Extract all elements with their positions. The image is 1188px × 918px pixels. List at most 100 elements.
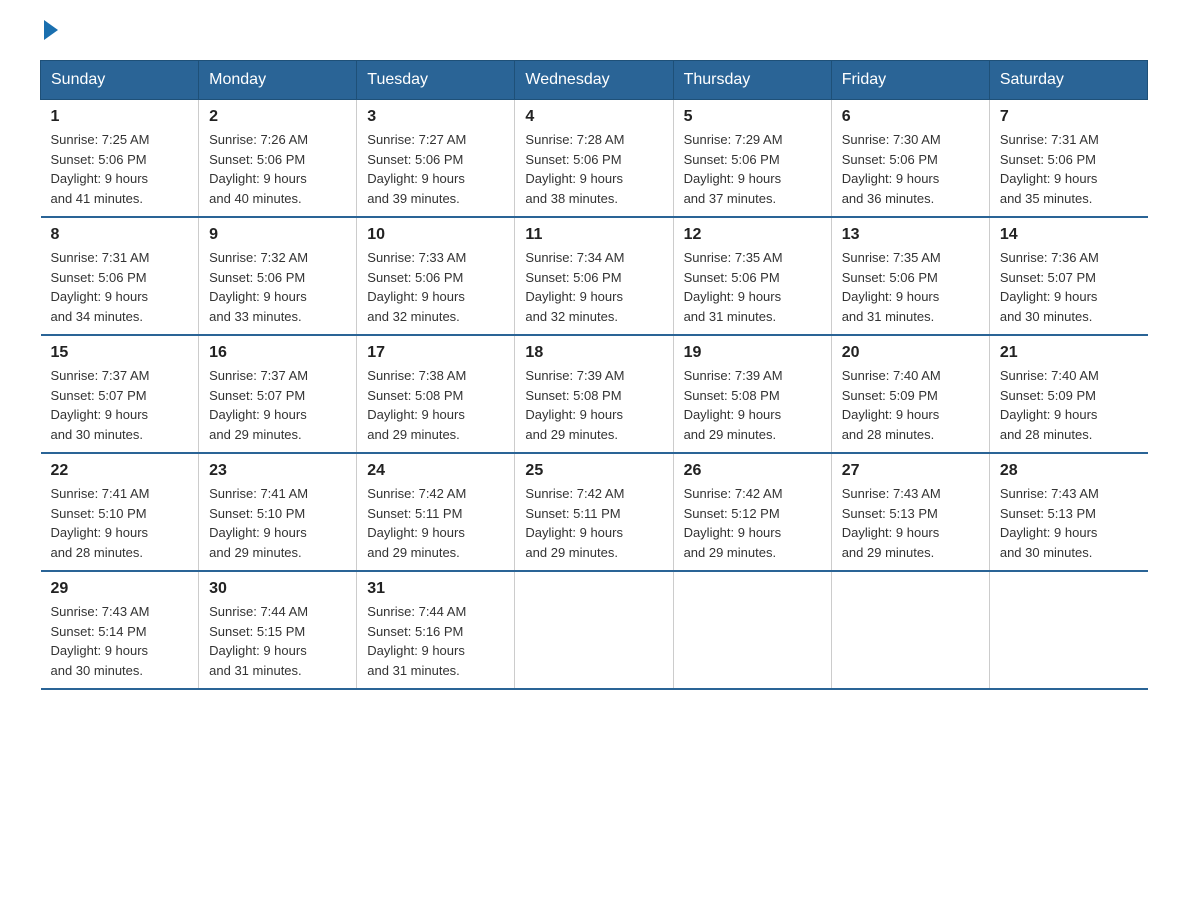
- calendar-cell: 10 Sunrise: 7:33 AMSunset: 5:06 PMDaylig…: [357, 217, 515, 335]
- day-number: 6: [842, 108, 979, 126]
- logo: [40, 30, 58, 40]
- calendar-cell: 30 Sunrise: 7:44 AMSunset: 5:15 PMDaylig…: [199, 571, 357, 689]
- day-number: 21: [1000, 344, 1138, 362]
- day-number: 5: [684, 108, 821, 126]
- calendar-cell: 13 Sunrise: 7:35 AMSunset: 5:06 PMDaylig…: [831, 217, 989, 335]
- day-number: 24: [367, 462, 504, 480]
- day-number: 26: [684, 462, 821, 480]
- calendar-cell: 17 Sunrise: 7:38 AMSunset: 5:08 PMDaylig…: [357, 335, 515, 453]
- calendar-cell: 14 Sunrise: 7:36 AMSunset: 5:07 PMDaylig…: [989, 217, 1147, 335]
- calendar-header: Sunday Monday Tuesday Wednesday Thursday…: [41, 61, 1148, 100]
- day-number: 12: [684, 226, 821, 244]
- day-number: 22: [51, 462, 189, 480]
- calendar-cell: 5 Sunrise: 7:29 AMSunset: 5:06 PMDayligh…: [673, 100, 831, 218]
- day-number: 19: [684, 344, 821, 362]
- day-number: 25: [525, 462, 662, 480]
- day-info: Sunrise: 7:42 AMSunset: 5:11 PMDaylight:…: [367, 484, 504, 562]
- day-number: 16: [209, 344, 346, 362]
- calendar-cell: 29 Sunrise: 7:43 AMSunset: 5:14 PMDaylig…: [41, 571, 199, 689]
- day-info: Sunrise: 7:31 AMSunset: 5:06 PMDaylight:…: [1000, 130, 1138, 208]
- day-number: 18: [525, 344, 662, 362]
- day-number: 14: [1000, 226, 1138, 244]
- day-info: Sunrise: 7:43 AMSunset: 5:14 PMDaylight:…: [51, 602, 189, 680]
- day-number: 8: [51, 226, 189, 244]
- day-info: Sunrise: 7:30 AMSunset: 5:06 PMDaylight:…: [842, 130, 979, 208]
- day-number: 31: [367, 580, 504, 598]
- calendar-cell: 8 Sunrise: 7:31 AMSunset: 5:06 PMDayligh…: [41, 217, 199, 335]
- day-number: 29: [51, 580, 189, 598]
- calendar-cell: 20 Sunrise: 7:40 AMSunset: 5:09 PMDaylig…: [831, 335, 989, 453]
- day-info: Sunrise: 7:35 AMSunset: 5:06 PMDaylight:…: [842, 248, 979, 326]
- calendar-cell: 6 Sunrise: 7:30 AMSunset: 5:06 PMDayligh…: [831, 100, 989, 218]
- day-number: 3: [367, 108, 504, 126]
- calendar-table: Sunday Monday Tuesday Wednesday Thursday…: [40, 60, 1148, 690]
- day-number: 4: [525, 108, 662, 126]
- day-number: 17: [367, 344, 504, 362]
- day-info: Sunrise: 7:37 AMSunset: 5:07 PMDaylight:…: [209, 366, 346, 444]
- calendar-cell: 19 Sunrise: 7:39 AMSunset: 5:08 PMDaylig…: [673, 335, 831, 453]
- day-info: Sunrise: 7:28 AMSunset: 5:06 PMDaylight:…: [525, 130, 662, 208]
- day-info: Sunrise: 7:42 AMSunset: 5:12 PMDaylight:…: [684, 484, 821, 562]
- calendar-cell: [989, 571, 1147, 689]
- day-info: Sunrise: 7:38 AMSunset: 5:08 PMDaylight:…: [367, 366, 504, 444]
- day-info: Sunrise: 7:25 AMSunset: 5:06 PMDaylight:…: [51, 130, 189, 208]
- day-info: Sunrise: 7:29 AMSunset: 5:06 PMDaylight:…: [684, 130, 821, 208]
- day-number: 2: [209, 108, 346, 126]
- day-number: 28: [1000, 462, 1138, 480]
- calendar-cell: 9 Sunrise: 7:32 AMSunset: 5:06 PMDayligh…: [199, 217, 357, 335]
- calendar-body: 1 Sunrise: 7:25 AMSunset: 5:06 PMDayligh…: [41, 100, 1148, 690]
- calendar-cell: 25 Sunrise: 7:42 AMSunset: 5:11 PMDaylig…: [515, 453, 673, 571]
- calendar-cell: [831, 571, 989, 689]
- calendar-cell: 24 Sunrise: 7:42 AMSunset: 5:11 PMDaylig…: [357, 453, 515, 571]
- day-info: Sunrise: 7:42 AMSunset: 5:11 PMDaylight:…: [525, 484, 662, 562]
- header-thursday: Thursday: [673, 61, 831, 100]
- day-info: Sunrise: 7:40 AMSunset: 5:09 PMDaylight:…: [842, 366, 979, 444]
- header-saturday: Saturday: [989, 61, 1147, 100]
- calendar-cell: 16 Sunrise: 7:37 AMSunset: 5:07 PMDaylig…: [199, 335, 357, 453]
- calendar-cell: 4 Sunrise: 7:28 AMSunset: 5:06 PMDayligh…: [515, 100, 673, 218]
- day-info: Sunrise: 7:27 AMSunset: 5:06 PMDaylight:…: [367, 130, 504, 208]
- day-info: Sunrise: 7:26 AMSunset: 5:06 PMDaylight:…: [209, 130, 346, 208]
- day-info: Sunrise: 7:36 AMSunset: 5:07 PMDaylight:…: [1000, 248, 1138, 326]
- calendar-cell: 11 Sunrise: 7:34 AMSunset: 5:06 PMDaylig…: [515, 217, 673, 335]
- calendar-cell: [673, 571, 831, 689]
- day-info: Sunrise: 7:32 AMSunset: 5:06 PMDaylight:…: [209, 248, 346, 326]
- day-number: 11: [525, 226, 662, 244]
- day-info: Sunrise: 7:35 AMSunset: 5:06 PMDaylight:…: [684, 248, 821, 326]
- day-info: Sunrise: 7:31 AMSunset: 5:06 PMDaylight:…: [51, 248, 189, 326]
- day-number: 10: [367, 226, 504, 244]
- day-number: 23: [209, 462, 346, 480]
- header-tuesday: Tuesday: [357, 61, 515, 100]
- header-row: Sunday Monday Tuesday Wednesday Thursday…: [41, 61, 1148, 100]
- day-number: 15: [51, 344, 189, 362]
- day-number: 30: [209, 580, 346, 598]
- calendar-cell: 2 Sunrise: 7:26 AMSunset: 5:06 PMDayligh…: [199, 100, 357, 218]
- day-info: Sunrise: 7:34 AMSunset: 5:06 PMDaylight:…: [525, 248, 662, 326]
- calendar-cell: 23 Sunrise: 7:41 AMSunset: 5:10 PMDaylig…: [199, 453, 357, 571]
- calendar-week-row: 22 Sunrise: 7:41 AMSunset: 5:10 PMDaylig…: [41, 453, 1148, 571]
- calendar-cell: 26 Sunrise: 7:42 AMSunset: 5:12 PMDaylig…: [673, 453, 831, 571]
- calendar-cell: 27 Sunrise: 7:43 AMSunset: 5:13 PMDaylig…: [831, 453, 989, 571]
- day-number: 27: [842, 462, 979, 480]
- day-info: Sunrise: 7:39 AMSunset: 5:08 PMDaylight:…: [525, 366, 662, 444]
- logo-arrow-icon: [44, 20, 58, 40]
- day-number: 1: [51, 108, 189, 126]
- day-info: Sunrise: 7:33 AMSunset: 5:06 PMDaylight:…: [367, 248, 504, 326]
- calendar-week-row: 29 Sunrise: 7:43 AMSunset: 5:14 PMDaylig…: [41, 571, 1148, 689]
- day-info: Sunrise: 7:43 AMSunset: 5:13 PMDaylight:…: [842, 484, 979, 562]
- calendar-cell: [515, 571, 673, 689]
- calendar-week-row: 15 Sunrise: 7:37 AMSunset: 5:07 PMDaylig…: [41, 335, 1148, 453]
- day-info: Sunrise: 7:44 AMSunset: 5:16 PMDaylight:…: [367, 602, 504, 680]
- header-wednesday: Wednesday: [515, 61, 673, 100]
- day-info: Sunrise: 7:37 AMSunset: 5:07 PMDaylight:…: [51, 366, 189, 444]
- header-friday: Friday: [831, 61, 989, 100]
- day-info: Sunrise: 7:40 AMSunset: 5:09 PMDaylight:…: [1000, 366, 1138, 444]
- day-number: 9: [209, 226, 346, 244]
- calendar-cell: 3 Sunrise: 7:27 AMSunset: 5:06 PMDayligh…: [357, 100, 515, 218]
- day-info: Sunrise: 7:41 AMSunset: 5:10 PMDaylight:…: [51, 484, 189, 562]
- day-number: 13: [842, 226, 979, 244]
- page-header: [40, 30, 1148, 40]
- header-monday: Monday: [199, 61, 357, 100]
- calendar-cell: 7 Sunrise: 7:31 AMSunset: 5:06 PMDayligh…: [989, 100, 1147, 218]
- calendar-cell: 1 Sunrise: 7:25 AMSunset: 5:06 PMDayligh…: [41, 100, 199, 218]
